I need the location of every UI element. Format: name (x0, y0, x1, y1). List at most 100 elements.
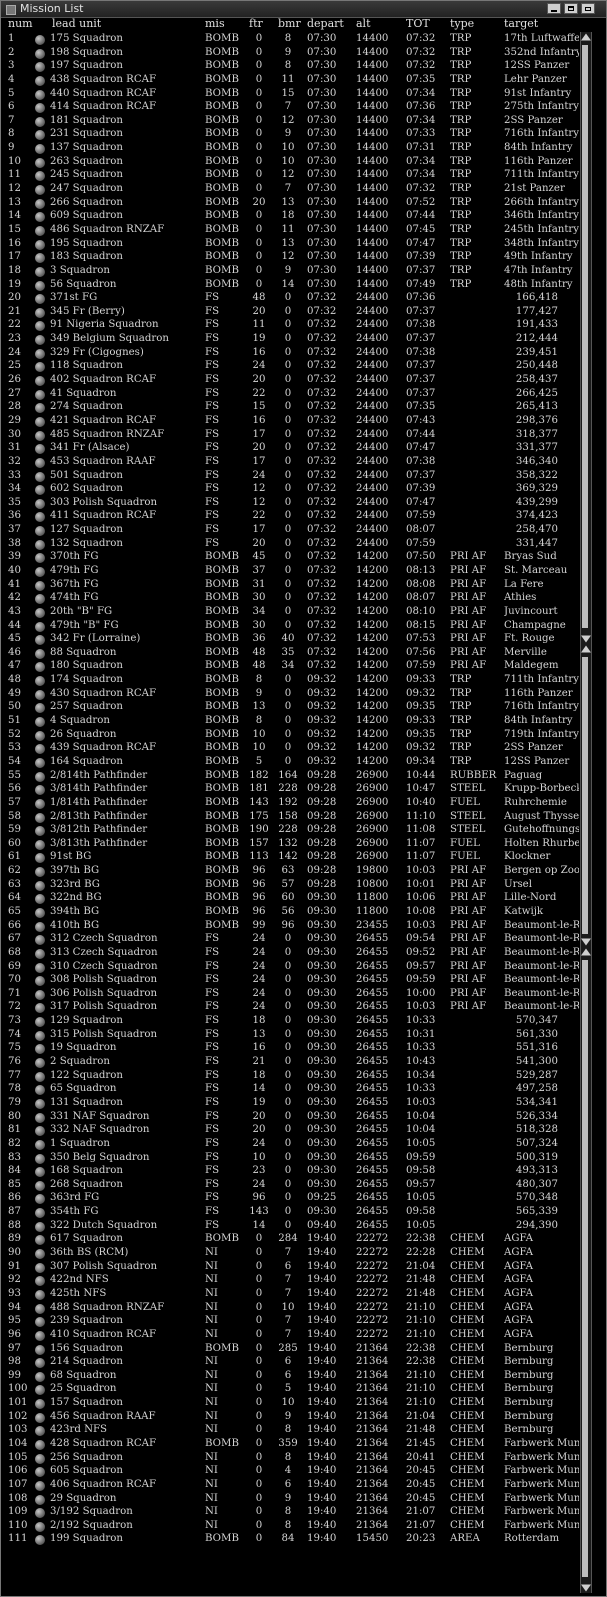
status-ball-icon[interactable] (35, 1317, 45, 1328)
table-row[interactable]: 48 174 Squadron BOMB 8 0 09:32 14200 09:33 TRP 71… (1, 673, 579, 687)
table-row[interactable]: 45 342 Fr (Lorraine) BOMB 36 40 07:32 14200 07:… (1, 632, 579, 646)
status-ball-icon[interactable] (35, 416, 45, 427)
status-ball-icon[interactable] (35, 253, 45, 264)
status-ball-icon[interactable] (35, 703, 45, 714)
table-row[interactable]: 59 3/812th Pathfinder BOMB 190 228 09:28 26900… (1, 823, 579, 837)
header-depart[interactable]: depart (307, 17, 344, 30)
table-row[interactable]: 33 501 Squadron FS 24 0 07:32 24400 07:37 358,32… (1, 469, 579, 483)
table-row[interactable]: 49 430 Squadron RCAF BOMB 9 0 09:32 14200 09:32… (1, 687, 579, 701)
status-ball-icon[interactable] (35, 389, 45, 400)
table-row[interactable]: 63 323rd BG BOMB 96 57 09:28 10800 10:01 PRI AF U… (1, 878, 579, 892)
status-ball-icon[interactable] (35, 1303, 45, 1314)
scroll-down-icon[interactable] (581, 1584, 591, 1592)
table-row[interactable]: 26 402 Squadron RCAF FS 20 0 07:32 24400 07:37 2… (1, 373, 579, 387)
table-row[interactable]: 108 29 Squadron NI 0 9 19:40 21364 20:45 CHEM Far… (1, 1492, 579, 1506)
status-ball-icon[interactable] (35, 607, 45, 618)
table-row[interactable]: 36 411 Squadron RCAF FS 22 0 07:32 24400 07:59 3… (1, 509, 579, 523)
table-row[interactable]: 58 2/813th Pathfinder BOMB 175 158 09:28 26900… (1, 810, 579, 824)
table-row[interactable]: 34 602 Squadron FS 12 0 07:32 24400 07:39 369,32… (1, 482, 579, 496)
table-row[interactable]: 57 1/814th Pathfinder BOMB 143 192 09:28 26900… (1, 796, 579, 810)
table-row[interactable]: 28 274 Squadron FS 15 0 07:32 24400 07:35 265,41… (1, 400, 579, 414)
table-row[interactable]: 68 313 Czech Squadron FS 24 0 09:30 26455 09:52… (1, 946, 579, 960)
table-row[interactable]: 82 1 Squadron FS 24 0 09:30 26455 10:05 507,324 (1, 1137, 579, 1151)
status-ball-icon[interactable] (35, 689, 45, 700)
table-row[interactable]: 88 322 Dutch Squadron FS 14 0 09:40 26455 10:05… (1, 1219, 579, 1233)
scroll-up-icon[interactable] (581, 645, 591, 653)
status-ball-icon[interactable] (35, 908, 45, 918)
status-ball-icon[interactable] (35, 1044, 45, 1055)
table-row[interactable]: 7 181 Squadron BOMB 0 12 07:30 14400 07:34 TRP 2S… (1, 114, 579, 128)
header-mis[interactable]: mis (205, 17, 225, 30)
status-ball-icon[interactable] (35, 1467, 45, 1478)
status-ball-icon[interactable] (35, 1344, 45, 1355)
status-ball-icon[interactable] (35, 62, 45, 73)
status-ball-icon[interactable] (35, 1221, 45, 1232)
restore-button[interactable] (581, 3, 595, 14)
status-ball-icon[interactable] (35, 1235, 45, 1246)
status-ball-icon[interactable] (35, 348, 45, 359)
header-unit[interactable]: lead unit (52, 17, 101, 30)
table-row[interactable]: 46 88 Squadron BOMB 48 35 07:32 14200 07:56 PRI … (1, 646, 579, 660)
status-ball-icon[interactable] (35, 198, 45, 209)
table-row[interactable]: 16 195 Squadron BOMB 0 13 07:30 14400 07:47 TRP 3… (1, 237, 579, 251)
status-ball-icon[interactable] (35, 1098, 45, 1109)
table-row[interactable]: 10 263 Squadron BOMB 0 10 07:30 14400 07:34 TRP 1… (1, 155, 579, 169)
table-row[interactable]: 89 617 Squadron BOMB 0 284 19:40 22272 22:38 CHE… (1, 1232, 579, 1246)
status-ball-icon[interactable] (35, 1017, 45, 1028)
table-row[interactable]: 25 118 Squadron FS 24 0 07:32 24400 07:37 250,44… (1, 359, 579, 373)
status-ball-icon[interactable] (35, 1112, 45, 1123)
table-row[interactable]: 43 20th "B" FG BOMB 34 0 07:32 14200 08:10 PRI A… (1, 605, 579, 619)
header-tot[interactable]: TOT (406, 17, 430, 30)
status-ball-icon[interactable] (35, 1399, 45, 1410)
status-ball-icon[interactable] (35, 812, 45, 823)
status-ball-icon[interactable] (35, 826, 45, 837)
status-ball-icon[interactable] (35, 1521, 45, 1532)
header-alt[interactable]: alt (356, 17, 371, 30)
status-ball-icon[interactable] (35, 1262, 45, 1273)
table-row[interactable]: 91 307 Polish Squadron NI 0 6 19:40 22272 21:04… (1, 1260, 579, 1274)
table-row[interactable]: 52 26 Squadron BOMB 10 0 09:32 14200 09:35 TRP 71… (1, 728, 579, 742)
status-ball-icon[interactable] (35, 1003, 45, 1014)
table-row[interactable]: 13 266 Squadron BOMB 20 13 07:30 14400 07:52 TRP… (1, 196, 579, 210)
status-ball-icon[interactable] (35, 512, 45, 523)
table-row[interactable]: 96 410 Squadron RCAF NI 0 7 19:40 22272 21:10 CH… (1, 1328, 579, 1342)
status-ball-icon[interactable] (35, 717, 45, 728)
status-ball-icon[interactable] (35, 839, 45, 850)
table-row[interactable]: 73 129 Squadron FS 18 0 09:30 26455 10:33 570,34… (1, 1014, 579, 1028)
table-row[interactable]: 86 363rd FG FS 96 0 09:25 26455 10:05 570,348 (1, 1191, 579, 1205)
table-row[interactable]: 74 315 Polish Squadron FS 13 0 09:30 26455 10:3… (1, 1028, 579, 1042)
table-row[interactable]: 85 268 Squadron FS 24 0 09:30 26455 09:57 480,30… (1, 1178, 579, 1192)
status-ball-icon[interactable] (35, 1194, 45, 1205)
table-row[interactable]: 98 214 Squadron NI 0 6 19:40 21364 22:38 CHEM Ber… (1, 1355, 579, 1369)
table-row[interactable]: 44 479th "B" FG BOMB 30 0 07:32 14200 08:15 PRI … (1, 619, 579, 633)
table-row[interactable]: 6 414 Squadron RCAF BOMB 0 7 07:30 14400 07:36 T… (1, 100, 579, 114)
table-row[interactable]: 64 322nd BG BOMB 96 60 09:30 11800 10:06 PRI AF L… (1, 891, 579, 905)
status-ball-icon[interactable] (35, 335, 45, 346)
table-row[interactable]: 70 308 Polish Squadron FS 24 0 09:30 26455 09:5… (1, 973, 579, 987)
status-ball-icon[interactable] (35, 648, 45, 659)
status-ball-icon[interactable] (35, 621, 45, 632)
status-ball-icon[interactable] (35, 362, 45, 373)
status-ball-icon[interactable] (35, 35, 45, 45)
status-ball-icon[interactable] (35, 785, 45, 796)
status-ball-icon[interactable] (35, 880, 45, 891)
header-type[interactable]: type (450, 17, 474, 30)
table-row[interactable]: 17 183 Squadron BOMB 0 12 07:30 14400 07:39 TRP 4… (1, 250, 579, 264)
status-ball-icon[interactable] (35, 471, 45, 482)
table-row[interactable]: 27 41 Squadron FS 22 0 07:32 24400 07:37 266,425 (1, 387, 579, 401)
table-row[interactable]: 71 306 Polish Squadron FS 24 0 09:30 26455 10:0… (1, 987, 579, 1001)
status-ball-icon[interactable] (35, 1167, 45, 1178)
status-ball-icon[interactable] (35, 403, 45, 414)
status-ball-icon[interactable] (35, 444, 45, 455)
table-row[interactable]: 110 2/192 Squadron NI 0 8 19:40 21364 21:07 CHEM… (1, 1519, 579, 1533)
status-ball-icon[interactable] (35, 48, 45, 59)
table-row[interactable]: 66 410th BG BOMB 99 96 09:30 23455 10:03 PRI AF B… (1, 919, 579, 933)
status-ball-icon[interactable] (35, 662, 45, 673)
table-row[interactable]: 93 425th NFS NI 0 7 19:40 22272 21:48 CHEM AGFA (1, 1287, 579, 1301)
table-row[interactable]: 8 231 Squadron BOMB 0 9 07:30 14400 07:33 TRP 716… (1, 127, 579, 141)
status-ball-icon[interactable] (35, 376, 45, 387)
status-ball-icon[interactable] (35, 976, 45, 987)
status-ball-icon[interactable] (35, 1180, 45, 1191)
table-row[interactable]: 107 406 Squadron RCAF NI 0 6 19:40 21364 20:45 C… (1, 1478, 579, 1492)
table-row[interactable]: 35 303 Polish Squadron FS 12 0 07:32 24400 07:4… (1, 496, 579, 510)
